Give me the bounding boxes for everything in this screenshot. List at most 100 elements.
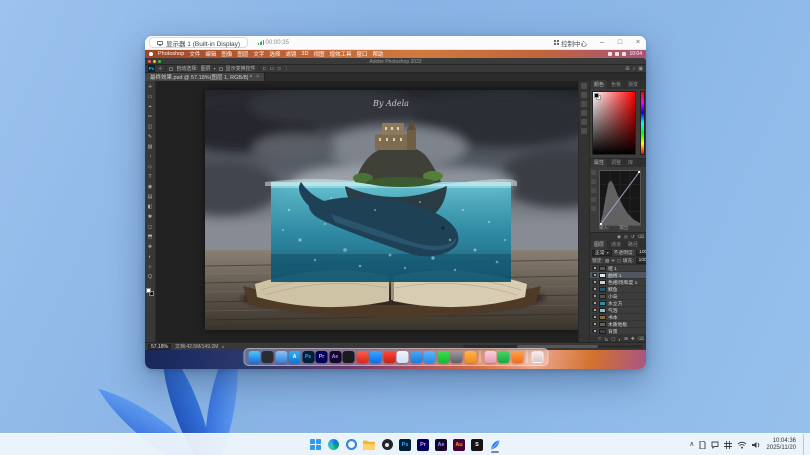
dock-app-icon[interactable] <box>262 351 274 363</box>
layer-row[interactable]: 色相/饱和度 1 <box>590 279 646 286</box>
dock-recent-icon[interactable] <box>498 351 510 363</box>
photoshop-title-bar[interactable]: Adobe Photoshop 2022 <box>145 58 646 65</box>
layer-thumbnail[interactable] <box>599 280 606 285</box>
panel-tab[interactable]: 库 <box>625 158 636 167</box>
adjustment-layer-icon[interactable]: ◐ <box>618 337 621 342</box>
taskbar-adobe-app-icon[interactable]: Ae <box>434 437 448 453</box>
arrange-icon[interactable]: ⊞ <box>625 66 629 72</box>
auto-select-checkbox[interactable] <box>169 67 173 71</box>
layer-thumbnail[interactable] <box>599 273 606 278</box>
layer-visibility-toggle[interactable] <box>592 266 597 270</box>
hue-slider[interactable] <box>640 91 645 155</box>
layer-visibility-toggle[interactable] <box>592 322 597 326</box>
layer-row[interactable]: 水立方 <box>590 300 646 307</box>
align-center-icon[interactable]: ⊔ <box>270 66 274 72</box>
layer-row[interactable]: 背景 <box>590 328 646 335</box>
transform-controls-checkbox[interactable] <box>219 67 223 71</box>
menu-item[interactable]: 视图 <box>313 50 324 58</box>
start-button[interactable] <box>308 437 322 453</box>
control-center-button[interactable]: 控制中心 <box>549 38 592 48</box>
taskbar-adobe-app-icon[interactable]: S <box>470 437 484 453</box>
layers-panel-tabs[interactable]: 图层通道路径 <box>590 241 646 249</box>
tray-document-icon[interactable] <box>699 441 706 449</box>
wifi-status-icon[interactable] <box>615 52 619 56</box>
layer-thumbnail[interactable] <box>599 315 606 320</box>
collapsed-panel-strip[interactable] <box>579 81 590 342</box>
panel-tab[interactable]: 属性 <box>591 158 607 167</box>
tool-icon[interactable]: T <box>148 172 151 182</box>
layer-thumbnail[interactable] <box>599 322 606 327</box>
menu-item[interactable]: 帮助 <box>373 50 384 58</box>
tray-chat-icon[interactable] <box>711 441 719 449</box>
menu-item[interactable]: 选择 <box>269 50 280 58</box>
photoshop-canvas[interactable]: By Adela <box>156 81 578 342</box>
layer-visibility-toggle[interactable] <box>592 273 597 277</box>
tool-icon[interactable]: ✥ <box>148 242 152 252</box>
panel-tab[interactable]: 渐变 <box>625 80 641 89</box>
layer-visibility-toggle[interactable] <box>592 308 597 312</box>
panel-tab[interactable]: 色板 <box>608 80 624 89</box>
curves-chart[interactable] <box>599 170 641 226</box>
panel-tab[interactable]: 通道 <box>608 240 624 249</box>
close-button[interactable]: × <box>630 36 646 50</box>
foreground-background-swatches[interactable] <box>146 286 154 296</box>
distribute-icon[interactable]: ⋮ <box>284 66 289 72</box>
align-right-icon[interactable]: ⊐ <box>277 66 281 72</box>
tool-icon[interactable]: ✱ <box>148 212 152 222</box>
tool-icon[interactable]: ◔ <box>148 152 151 162</box>
history-panel-icon[interactable] <box>581 83 587 89</box>
color-gradient-field[interactable] <box>592 91 636 155</box>
layer-visibility-toggle[interactable] <box>592 301 597 305</box>
layer-thumbnail[interactable] <box>599 266 606 271</box>
taskbar-adobe-app-icon[interactable]: Au <box>452 437 466 453</box>
wifi-icon[interactable] <box>737 441 747 449</box>
curves-panel[interactable]: 输入: 输出: <box>590 167 646 233</box>
menu-item[interactable]: 图像 <box>221 50 232 58</box>
lock-transparency-icon[interactable]: ▨ <box>605 258 609 264</box>
auto-select-value[interactable]: 图层 <box>201 65 211 72</box>
display-tab[interactable]: 显示器 1 (Built-in Display) <box>149 37 248 48</box>
apple-menu-icon[interactable] <box>149 52 153 56</box>
tool-icon[interactable]: ◇ <box>148 162 152 172</box>
tool-icon[interactable]: ◧ <box>148 202 153 212</box>
fill-select[interactable]: 100%▾ <box>636 258 646 264</box>
layer-thumbnail[interactable] <box>599 329 606 334</box>
copilot-search-icon[interactable] <box>344 437 358 453</box>
minimize-button[interactable]: – <box>594 36 610 50</box>
tool-icon[interactable]: ◻ <box>148 222 152 232</box>
layer-visibility-toggle[interactable] <box>592 280 597 284</box>
tool-icon[interactable]: Q <box>148 272 152 282</box>
menu-item[interactable]: 3D <box>301 51 308 57</box>
layer-thumbnail[interactable] <box>599 301 606 306</box>
dock-app-icon[interactable] <box>410 351 422 363</box>
tool-icon[interactable]: ✛ <box>148 82 152 92</box>
dock-app-icon[interactable] <box>437 351 449 363</box>
status-chevron-icon[interactable]: ▸ <box>222 344 224 349</box>
trash-icon[interactable] <box>531 351 543 363</box>
dock-app-icon[interactable]: Ae <box>329 351 341 363</box>
vm-window-tab-bar[interactable]: 显示器 1 (Built-in Display) 00:00:35 控制中心 –… <box>145 36 646 50</box>
tool-icon[interactable]: ▭ <box>148 92 153 102</box>
dock-app-icon[interactable] <box>464 351 476 363</box>
layer-thumbnail[interactable] <box>599 294 606 299</box>
file-explorer-icon[interactable] <box>362 437 376 453</box>
menu-item[interactable]: 文件 <box>189 50 200 58</box>
dock-app-icon[interactable] <box>424 351 436 363</box>
document-tab[interactable]: 最终效果.psd @ 57.18%(图层 1, RGB/8) * × <box>145 73 265 81</box>
show-desktop-button[interactable] <box>803 434 806 455</box>
menu-item[interactable]: 滤镜 <box>285 50 296 58</box>
layer-thumbnail[interactable] <box>599 308 606 313</box>
mac-dock[interactable]: APsPrAe <box>243 348 548 366</box>
align-left-icon[interactable]: ⊏ <box>263 66 267 72</box>
lock-all-icon[interactable]: ◻ <box>617 258 621 264</box>
layers-list[interactable]: 组 1 曲线 1 <box>590 265 646 335</box>
volume-icon[interactable] <box>752 441 761 449</box>
menu-item[interactable]: Photoshop <box>158 51 184 57</box>
edge-icon[interactable] <box>326 437 340 453</box>
color-panel-tabs[interactable]: 颜色色板渐变 <box>590 81 646 89</box>
media-app-icon[interactable] <box>380 437 394 453</box>
dock-recent-icon[interactable] <box>484 351 496 363</box>
dock-app-icon[interactable] <box>275 351 287 363</box>
panel-tab[interactable]: 图层 <box>591 240 607 249</box>
battery-status-icon[interactable] <box>622 52 626 56</box>
